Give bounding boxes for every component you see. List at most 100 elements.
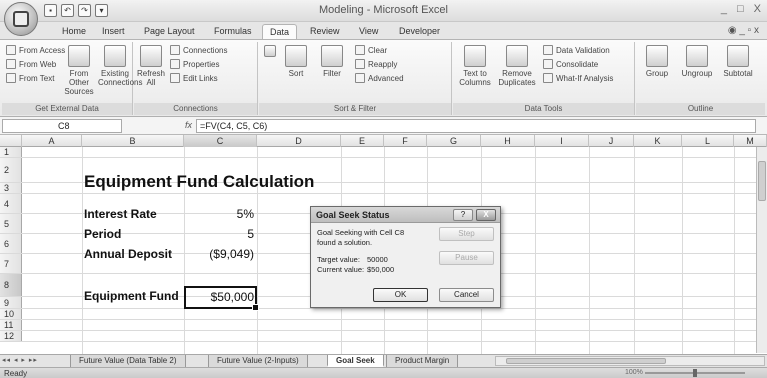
sheet-tab-future-value-data-table-2[interactable]: Future Value (Data Table 2) xyxy=(70,355,186,367)
text-to-columns-button[interactable]: Text to Columns xyxy=(457,45,493,87)
vertical-scrollbar[interactable] xyxy=(756,147,767,353)
tab-review[interactable]: Review xyxy=(303,24,347,40)
clear-button[interactable]: Clear xyxy=(355,45,387,55)
scroll-thumb[interactable] xyxy=(758,161,766,201)
column-header[interactable]: H xyxy=(481,135,535,147)
row-header[interactable]: 10 xyxy=(0,309,22,319)
annual-deposit-label[interactable]: Annual Deposit xyxy=(84,247,172,261)
sheet-tab-product-margin[interactable]: Product Margin xyxy=(386,355,459,367)
sort-ascending-button[interactable] xyxy=(263,45,277,59)
interest-rate-label[interactable]: Interest Rate xyxy=(84,207,157,221)
select-all-corner[interactable] xyxy=(0,135,22,147)
row-header[interactable]: 6 xyxy=(0,234,22,253)
from-text-button[interactable]: From Text xyxy=(6,73,54,83)
row-header[interactable]: 4 xyxy=(0,194,22,213)
tab-developer[interactable]: Developer xyxy=(392,24,447,40)
column-headers: A B C D E F G H I J K L M xyxy=(0,135,767,147)
cancel-button[interactable]: Cancel xyxy=(439,288,494,302)
group-label: Outline xyxy=(636,103,765,115)
existing-connections-button[interactable]: Existing Connections xyxy=(98,45,142,87)
interest-rate-value[interactable]: 5% xyxy=(184,207,254,221)
name-box[interactable]: C8 xyxy=(2,119,122,133)
row-header[interactable]: 5 xyxy=(0,214,22,233)
edit-links-button[interactable]: Edit Links xyxy=(170,73,218,83)
period-value[interactable]: 5 xyxy=(184,227,254,241)
zoom-knob[interactable] xyxy=(693,369,697,377)
access-icon xyxy=(6,45,16,55)
consolidate-icon xyxy=(543,59,553,69)
filter-button[interactable]: Filter xyxy=(317,45,347,78)
help-icon[interactable]: ? xyxy=(453,209,473,221)
column-header[interactable]: C xyxy=(184,135,257,147)
column-header[interactable]: A xyxy=(22,135,82,147)
help-icon[interactable]: ◉ _ ▫ x xyxy=(728,25,759,36)
column-header[interactable]: D xyxy=(257,135,341,147)
row-header[interactable]: 11 xyxy=(0,320,22,330)
tab-home[interactable]: Home xyxy=(55,24,93,40)
annual-deposit-value[interactable]: ($9,049) xyxy=(184,247,254,261)
column-header[interactable]: L xyxy=(682,135,734,147)
tab-insert[interactable]: Insert xyxy=(95,24,132,40)
what-if-analysis-button[interactable]: What-If Analysis xyxy=(543,73,613,83)
fx-icon[interactable]: fx xyxy=(185,120,192,130)
period-label[interactable]: Period xyxy=(84,227,121,241)
row-header[interactable]: 1 xyxy=(0,147,22,157)
row-header[interactable]: 12 xyxy=(0,331,22,341)
formula-input[interactable]: =FV(C4, C5, C6) xyxy=(196,119,756,133)
horizontal-scrollbar[interactable] xyxy=(495,356,765,366)
ungroup-button[interactable]: Ungroup xyxy=(678,45,716,78)
from-web-button[interactable]: From Web xyxy=(6,59,56,69)
close-icon[interactable]: X xyxy=(476,209,496,221)
column-header[interactable]: F xyxy=(384,135,427,147)
scroll-thumb[interactable] xyxy=(506,358,666,364)
sheet-tab-future-value-2-inputs[interactable]: Future Value (2-Inputs) xyxy=(208,355,308,367)
column-header[interactable]: G xyxy=(427,135,481,147)
sheet-tab-goal-seek[interactable]: Goal Seek xyxy=(327,355,384,367)
office-button[interactable] xyxy=(4,2,38,36)
tab-view[interactable]: View xyxy=(352,24,385,40)
advanced-button[interactable]: Advanced xyxy=(355,73,404,83)
zoom-level: 100% xyxy=(625,369,643,376)
data-validation-button[interactable]: Data Validation xyxy=(543,45,610,55)
column-header[interactable]: E xyxy=(341,135,384,147)
minimize-icon[interactable]: _ xyxy=(721,3,727,15)
text-to-columns-icon xyxy=(464,45,486,67)
remove-duplicates-button[interactable]: Remove Duplicates xyxy=(497,45,537,87)
close-icon[interactable]: X xyxy=(754,3,761,15)
dialog-title-bar[interactable]: Goal Seek Status ? X xyxy=(311,207,500,223)
from-other-sources-button[interactable]: From Other Sources xyxy=(62,45,96,96)
row-header[interactable]: 8 xyxy=(0,274,22,296)
step-button[interactable]: Step xyxy=(439,227,494,241)
consolidate-button[interactable]: Consolidate xyxy=(543,59,598,69)
column-header[interactable]: B xyxy=(82,135,184,147)
maximize-icon[interactable]: □ xyxy=(737,3,744,15)
row-header[interactable]: 3 xyxy=(0,183,22,193)
ok-button[interactable]: OK xyxy=(373,288,428,302)
from-access-button[interactable]: From Access xyxy=(6,45,65,55)
column-header[interactable]: M xyxy=(734,135,767,147)
subtotal-button[interactable]: Subtotal xyxy=(720,45,756,78)
row-header[interactable]: 7 xyxy=(0,254,22,273)
active-cell-c8[interactable]: $50,000 xyxy=(184,286,259,311)
zoom-slider[interactable] xyxy=(645,369,745,377)
sort-button[interactable]: Sort xyxy=(281,45,311,78)
tab-formulas[interactable]: Formulas xyxy=(207,24,259,40)
refresh-all-button[interactable]: Refresh All xyxy=(136,45,166,87)
column-header[interactable]: I xyxy=(535,135,589,147)
tab-data[interactable]: Data xyxy=(262,24,298,40)
column-header[interactable]: J xyxy=(589,135,634,147)
refresh-icon xyxy=(140,45,162,67)
equipment-fund-label[interactable]: Equipment Fund xyxy=(84,289,179,303)
text-icon xyxy=(6,73,16,83)
row-header[interactable]: 9 xyxy=(0,297,22,308)
pause-button[interactable]: Pause xyxy=(439,251,494,265)
reapply-button[interactable]: Reapply xyxy=(355,59,397,69)
connections-button[interactable]: Connections xyxy=(170,45,227,55)
sheet-nav-arrows-icon[interactable]: ◂◂ ◂ ▸ ▸▸ xyxy=(2,356,38,364)
properties-button[interactable]: Properties xyxy=(170,59,219,69)
sheet-title[interactable]: Equipment Fund Calculation xyxy=(84,172,314,192)
row-header[interactable]: 2 xyxy=(0,158,22,182)
group-button[interactable]: Group xyxy=(640,45,674,78)
column-header[interactable]: K xyxy=(634,135,682,147)
tab-page-layout[interactable]: Page Layout xyxy=(137,24,202,40)
